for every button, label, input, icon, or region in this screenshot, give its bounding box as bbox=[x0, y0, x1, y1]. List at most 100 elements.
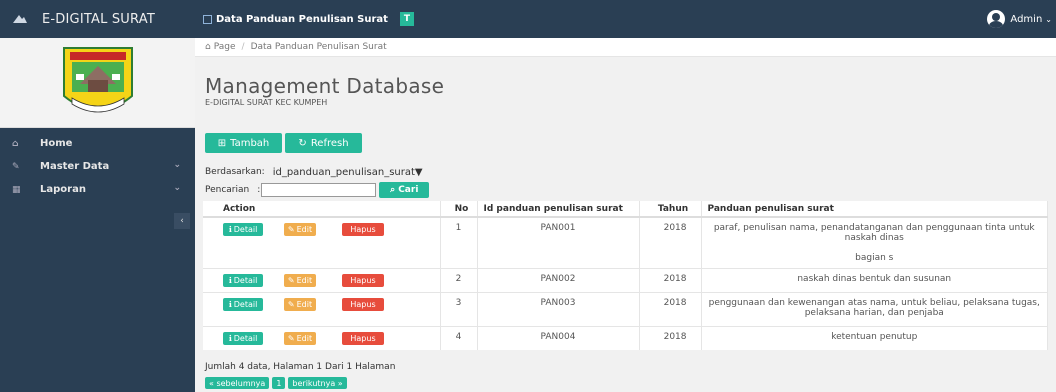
edit-button[interactable]: ✎ Edit bbox=[284, 223, 316, 236]
avatar bbox=[987, 10, 1006, 28]
add-button-label: Tambah bbox=[230, 137, 270, 149]
delete-button[interactable]: Hapus bbox=[342, 223, 384, 236]
action-cell: ℹ Detail ✎ Edit Hapus bbox=[203, 326, 441, 350]
calendar-icon: ▦ bbox=[12, 184, 21, 195]
sidebar-collapse-button[interactable]: ‹ bbox=[174, 213, 190, 229]
delete-button[interactable]: Hapus bbox=[342, 274, 384, 287]
page-title: Management Database bbox=[205, 74, 445, 98]
chevron-down-icon: ⌄ bbox=[173, 160, 181, 170]
sidebar-item-home[interactable]: ⌂ Home bbox=[0, 132, 195, 155]
table-icon bbox=[203, 14, 212, 24]
home-icon: ⌂ bbox=[205, 42, 211, 52]
edit-icon: ✎ bbox=[287, 334, 295, 343]
page-number-button[interactable]: 1 bbox=[272, 377, 286, 389]
user-menu[interactable]: Admin ⌄ bbox=[987, 10, 1052, 28]
chevron-down-icon: ⌄ bbox=[173, 183, 181, 193]
info-icon: ℹ bbox=[228, 300, 232, 309]
prev-page-button[interactable]: « sebelumnya bbox=[205, 377, 270, 389]
edit-button[interactable]: ✎ Edit bbox=[284, 332, 316, 345]
notification-badge[interactable]: T bbox=[399, 12, 414, 26]
cell-tahun: 2018 bbox=[639, 292, 702, 327]
cell-id: PAN004 bbox=[477, 326, 640, 350]
search-input[interactable] bbox=[261, 183, 377, 197]
breadcrumb-root[interactable]: Page bbox=[214, 42, 236, 52]
page-tab[interactable]: Data Panduan Penulisan Surat bbox=[203, 14, 388, 25]
cell-id: PAN001 bbox=[477, 216, 640, 269]
refresh-icon: ↻ bbox=[298, 137, 307, 149]
detail-button[interactable]: ℹ Detail bbox=[223, 274, 263, 287]
sidebar-item-label: Home bbox=[40, 138, 73, 149]
filter-row: Berdasarkan: id_panduan_penulisan_surat … bbox=[205, 165, 423, 179]
detail-button[interactable]: ℹ Detail bbox=[223, 298, 263, 311]
regency-emblem-icon bbox=[62, 46, 133, 112]
user-name: Admin bbox=[1010, 13, 1043, 25]
paw-logo-icon bbox=[13, 15, 27, 23]
table-row: ℹ Detail ✎ Edit Hapus 1 PAN001 2018 paraf,… bbox=[203, 216, 1048, 269]
edit-button[interactable]: ✎ Edit bbox=[284, 274, 316, 287]
delete-button[interactable]: Hapus bbox=[342, 332, 384, 345]
cell-id: PAN003 bbox=[477, 292, 640, 327]
refresh-button-label: Refresh bbox=[310, 137, 349, 149]
table-header-row: Action No Id panduan penulisan surat Tah… bbox=[203, 201, 1048, 218]
breadcrumb: ⌂ Page / Data Panduan Penulisan Surat bbox=[195, 38, 1056, 57]
cell-panduan: naskah dinas bentuk dan susunan bbox=[701, 268, 1048, 293]
add-button[interactable]: ⊞ Tambah bbox=[205, 133, 282, 153]
col-header-no: No bbox=[440, 201, 478, 218]
col-header-action: Action bbox=[203, 201, 441, 218]
filter-label: Berdasarkan: bbox=[205, 167, 265, 177]
cell-panduan: paraf, penulisan nama, penandatanganan d… bbox=[701, 216, 1048, 269]
breadcrumb-current: Data Panduan Penulisan Surat bbox=[250, 42, 387, 52]
table-row: ℹ Detail ✎ Edit Hapus 4 PAN004 2018 ketent… bbox=[203, 326, 1048, 350]
brand[interactable]: E-DIGITAL SURAT bbox=[0, 0, 195, 38]
pagination-info: Jumlah 4 data, Halaman 1 Dari 1 Halaman bbox=[205, 362, 396, 372]
page-subtitle: E-DIGITAL SURAT KEC KUMPEH bbox=[205, 98, 328, 107]
sidebar: ⌂ Home ✎ Master Data ⌄ ▦ Laporan ⌄ ‹ bbox=[0, 38, 195, 392]
action-cell: ℹ Detail ✎ Edit Hapus bbox=[203, 292, 441, 327]
refresh-button[interactable]: ↻ Refresh bbox=[285, 133, 362, 153]
pagination: « sebelumnya 1 berikutnya » bbox=[205, 377, 347, 389]
col-header-id: Id panduan penulisan surat bbox=[477, 201, 640, 218]
cell-id: PAN002 bbox=[477, 268, 640, 293]
plus-icon: ⊞ bbox=[217, 137, 227, 149]
data-table: Action No Id panduan penulisan surat Tah… bbox=[203, 201, 1048, 350]
search-icon: ⌕ bbox=[390, 185, 396, 195]
info-icon: ℹ bbox=[228, 225, 232, 234]
detail-button[interactable]: ℹ Detail bbox=[223, 223, 263, 236]
regency-logo bbox=[0, 38, 195, 128]
top-navbar: Data Panduan Penulisan Surat T Admin ⌄ bbox=[195, 0, 1056, 38]
info-icon: ℹ bbox=[228, 334, 232, 343]
cell-panduan: ketentuan penutup bbox=[701, 326, 1048, 350]
sidebar-item-label: Master Data bbox=[40, 161, 110, 172]
brand-title: E-DIGITAL SURAT bbox=[42, 11, 155, 27]
next-page-button[interactable]: berikutnya » bbox=[288, 377, 347, 389]
sidebar-item-label: Laporan bbox=[40, 184, 86, 195]
cell-tahun: 2018 bbox=[639, 268, 702, 293]
page-tab-label: Data Panduan Penulisan Surat bbox=[216, 13, 388, 25]
cell-no: 3 bbox=[440, 292, 478, 327]
delete-button[interactable]: Hapus bbox=[342, 298, 384, 311]
sidebar-item-master-data[interactable]: ✎ Master Data ⌄ bbox=[0, 155, 195, 178]
table-row: ℹ Detail ✎ Edit Hapus 3 PAN003 2018 penggu… bbox=[203, 292, 1048, 327]
edit-button[interactable]: ✎ Edit bbox=[284, 298, 316, 311]
edit-icon: ✎ bbox=[287, 225, 295, 234]
search-row: Pencarian : ⌕ Cari bbox=[205, 182, 430, 198]
search-button[interactable]: ⌕ Cari bbox=[379, 182, 430, 198]
chevron-down-icon: ⌄ bbox=[1045, 14, 1052, 24]
info-icon: ℹ bbox=[228, 276, 232, 285]
cell-no: 1 bbox=[440, 216, 478, 269]
home-icon: ⌂ bbox=[12, 138, 19, 149]
breadcrumb-separator: / bbox=[241, 42, 245, 52]
col-header-tahun: Tahun bbox=[639, 201, 702, 218]
filter-select[interactable]: id_panduan_penulisan_surat ▼ bbox=[271, 165, 423, 179]
detail-button[interactable]: ℹ Detail bbox=[223, 332, 263, 345]
edit-icon: ✎ bbox=[287, 276, 295, 285]
cell-panduan: penggunaan dan kewenangan atas nama, unt… bbox=[701, 292, 1048, 327]
edit-icon: ✎ bbox=[287, 300, 295, 309]
sidebar-menu: ⌂ Home ✎ Master Data ⌄ ▦ Laporan ⌄ bbox=[0, 132, 195, 201]
page-heading: Management Database E-DIGITAL SURAT KEC … bbox=[205, 74, 444, 107]
cell-tahun: 2018 bbox=[639, 326, 702, 350]
sidebar-item-laporan[interactable]: ▦ Laporan ⌄ bbox=[0, 178, 195, 201]
cell-tahun: 2018 bbox=[639, 216, 702, 269]
cell-no: 4 bbox=[440, 326, 478, 350]
dropdown-arrow-icon: ▼ bbox=[414, 166, 423, 178]
